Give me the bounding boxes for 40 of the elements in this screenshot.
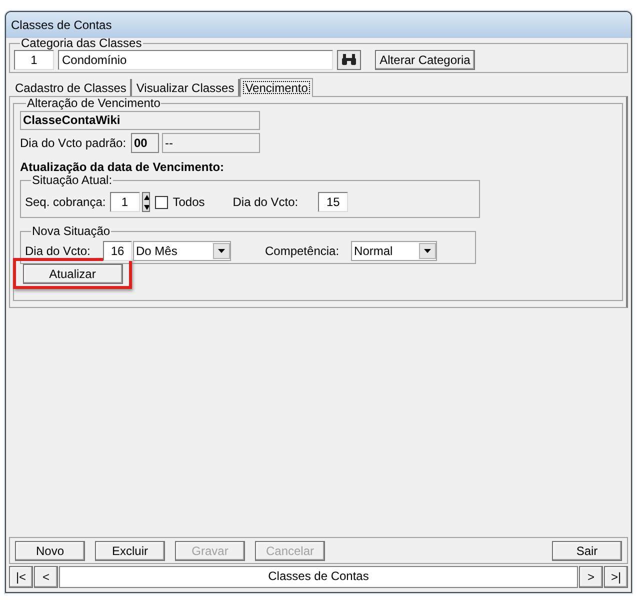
sequence-field[interactable]: 1 <box>110 192 140 212</box>
last-record-button[interactable]: >| <box>604 566 628 588</box>
first-record-button[interactable]: |< <box>9 566 33 588</box>
tab[interactable]: Cadastro de Classes <box>11 79 132 96</box>
group-title: Categoria das Classes <box>20 36 143 50</box>
default-day-field: 00 <box>131 133 159 153</box>
dropdown-caret-icon[interactable] <box>419 242 436 258</box>
category-name-field[interactable]: Condomínio <box>58 50 333 70</box>
group-title: Alteração de Vencimento <box>26 96 162 110</box>
change-category-button[interactable]: Alterar Categoria <box>375 50 475 70</box>
field-label: Dia do Vcto padrão: <box>20 135 128 152</box>
checkbox[interactable] <box>154 196 168 208</box>
period-dropdown[interactable]: Do Mês <box>133 240 231 260</box>
field-label: Dia do Vcto: <box>232 194 298 211</box>
tab[interactable]: Vencimento <box>240 78 313 97</box>
field-label: Seq. cobrança: <box>25 194 106 211</box>
previous-record-button[interactable]: < <box>34 566 58 588</box>
class-name-field: ClasseContaWiki <box>20 111 260 130</box>
group-title: Situação Atual: <box>32 173 114 187</box>
dropdown-caret-icon[interactable] <box>213 242 230 258</box>
due-day-field[interactable]: 15 <box>318 192 348 212</box>
section-title: Atualização da data de Vencimento: <box>20 159 226 175</box>
competence-dropdown[interactable]: Normal <box>351 240 438 260</box>
window-title: Classes de Contas <box>11 17 112 34</box>
checkbox-label: Todos <box>172 194 205 211</box>
field-label: Competência: <box>265 242 340 260</box>
spinner-arrows-icon[interactable] <box>142 192 150 212</box>
exit-button[interactable]: Sair <box>552 540 622 560</box>
action-button[interactable]: Novo <box>15 540 85 560</box>
action-button[interactable]: Excluir <box>95 540 165 560</box>
field-label: Dia do Vcto: <box>25 242 92 260</box>
due-day-field[interactable]: 16 <box>103 240 132 260</box>
group-title: Nova Situação <box>31 224 112 238</box>
default-day-description: -- <box>162 133 260 153</box>
binoculars-icon <box>341 54 357 66</box>
code-field[interactable]: 1 <box>14 50 54 70</box>
search-button[interactable] <box>337 50 361 70</box>
next-record-button[interactable]: > <box>579 566 603 588</box>
record-caption: Classes de Contas <box>59 566 578 588</box>
update-button[interactable]: Atualizar <box>22 264 122 284</box>
